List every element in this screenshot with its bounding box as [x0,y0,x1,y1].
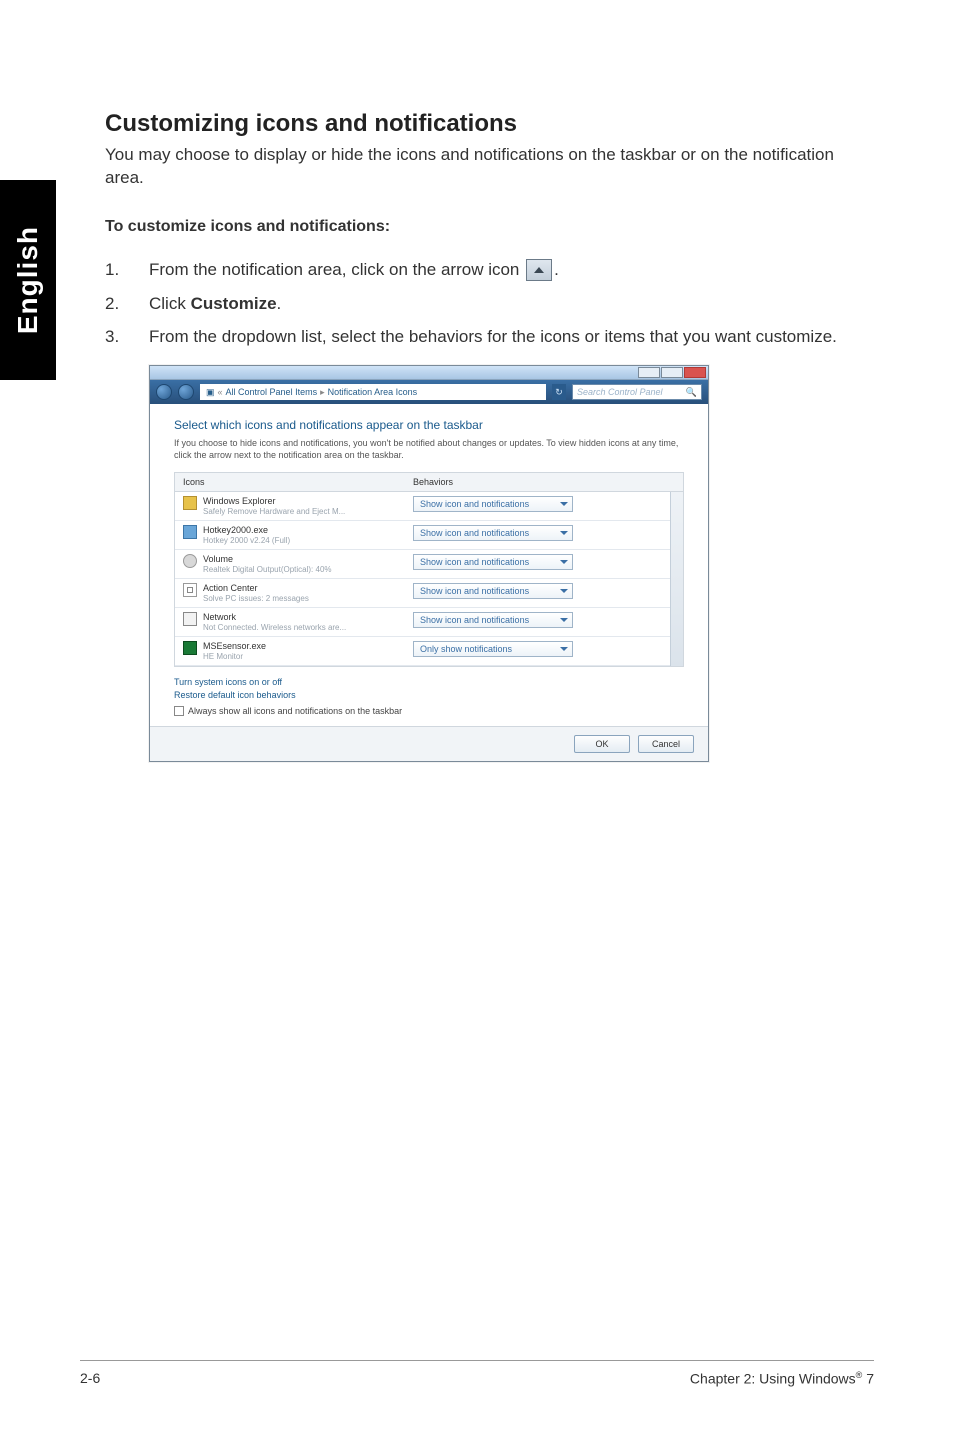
icons-table: Icons Behaviors Windows ExplorerSafely R… [174,472,684,667]
minimize-button[interactable] [638,367,660,378]
flag-icon [183,583,197,597]
step-2: 2. Click Customize. [105,292,865,316]
network-icon [183,612,197,626]
dropdown-value: Only show notifications [420,644,512,654]
subheading: To customize icons and notifications: [105,218,865,236]
dialog-title: Select which icons and notifications app… [174,418,684,432]
address-bar[interactable]: ▣ « All Control Panel Items ▸ Notificati… [200,384,546,400]
table-row: Action CenterSolve PC issues: 2 messages… [175,579,683,608]
step-number: 2. [105,292,149,316]
table-row: VolumeRealtek Digital Output(Optical): 4… [175,550,683,579]
dialog-body: Select which icons and notifications app… [150,404,708,725]
dropdown-value: Show icon and notifications [420,615,529,625]
table-header: Icons Behaviors [175,473,683,492]
search-placeholder: Search Control Panel [577,387,663,397]
chapter-label: Chapter 2: Using Windows® 7 [690,1370,874,1387]
section-heading: Customizing icons and notifications [105,110,865,138]
windows-dialog: ▣ « All Control Panel Items ▸ Notificati… [149,365,709,761]
search-input[interactable]: Search Control Panel 🔍 [572,384,702,400]
dropdown-value: Show icon and notifications [420,586,529,596]
checkbox-icon [174,706,184,716]
step-number: 3. [105,325,149,349]
dropdown-value: Show icon and notifications [420,557,529,567]
step-1-pre: From the notification area, click on the… [149,260,524,279]
intro-paragraph: You may choose to display or hide the ic… [105,144,865,190]
table-row: NetworkNot Connected. Wireless networks … [175,608,683,637]
table-body: Windows ExplorerSafely Remove Hardware a… [175,492,683,666]
footer-rule [80,1360,874,1361]
step-2-bold: Customize [191,294,277,313]
table-row: MSEsensor.exeHE Monitor Only show notifi… [175,637,683,666]
row-sub: Safely Remove Hardware and Eject M... [203,507,345,516]
arrow-up-icon [526,259,552,281]
behavior-dropdown[interactable]: Show icon and notifications [413,612,573,628]
page-number: 2-6 [80,1370,100,1387]
back-button[interactable] [156,384,172,400]
row-name: Network [203,612,236,622]
row-sub: Realtek Digital Output(Optical): 40% [203,565,332,574]
row-sub: HE Monitor [203,652,243,661]
link-restore-defaults[interactable]: Restore default icon behaviors [174,690,684,700]
dialog-description: If you choose to hide icons and notifica… [174,438,684,461]
window-nav: ▣ « All Control Panel Items ▸ Notificati… [150,380,708,404]
behavior-dropdown[interactable]: Show icon and notifications [413,554,573,570]
dialog-links: Turn system icons on or off Restore defa… [174,677,684,700]
step-text: From the notification area, click on the… [149,258,865,282]
link-system-icons[interactable]: Turn system icons on or off [174,677,684,687]
behavior-dropdown[interactable]: Show icon and notifications [413,583,573,599]
behavior-dropdown[interactable]: Only show notifications [413,641,573,657]
step-3: 3. From the dropdown list, select the be… [105,325,865,349]
app-icon [183,525,197,539]
col-behaviors: Behaviors [405,473,683,491]
dialog-footer: OK Cancel [150,726,708,761]
addr-icon: ▣ [206,387,215,398]
ok-button[interactable]: OK [574,735,630,753]
row-sub: Solve PC issues: 2 messages [203,594,309,603]
row-name: Hotkey2000.exe [203,525,268,535]
breadcrumb-item[interactable]: Notification Area Icons [328,387,418,397]
language-tab: English [0,180,56,380]
checkbox-label: Always show all icons and notifications … [188,706,402,716]
page-content: Customizing icons and notifications You … [105,110,865,762]
breadcrumb-item[interactable]: All Control Panel Items [226,387,318,397]
maximize-button[interactable] [661,367,683,378]
monitor-icon [183,641,197,655]
row-sub: Not Connected. Wireless networks are... [203,623,346,632]
step-1: 1. From the notification area, click on … [105,258,865,282]
step-2-post: . [277,294,282,313]
table-row: Windows ExplorerSafely Remove Hardware a… [175,492,683,521]
refresh-icon[interactable]: ↻ [552,384,566,400]
dropdown-value: Show icon and notifications [420,499,529,509]
search-icon: 🔍 [686,387,697,398]
page-footer: 2-6 Chapter 2: Using Windows® 7 [80,1370,874,1387]
cancel-button[interactable]: Cancel [638,735,694,753]
behavior-dropdown[interactable]: Show icon and notifications [413,525,573,541]
behavior-dropdown[interactable]: Show icon and notifications [413,496,573,512]
row-name: Windows Explorer [203,496,276,506]
language-label: English [12,226,44,334]
step-text: From the dropdown list, select the behav… [149,325,865,349]
explorer-icon [183,496,197,510]
row-sub: Hotkey 2000 v2.24 (Full) [203,536,290,545]
step-number: 1. [105,258,149,282]
table-row: Hotkey2000.exeHotkey 2000 v2.24 (Full) S… [175,521,683,550]
dropdown-value: Show icon and notifications [420,528,529,538]
window-titlebar [150,366,708,380]
step-2-pre: Click [149,294,191,313]
close-button[interactable] [684,367,706,378]
always-show-checkbox[interactable]: Always show all icons and notifications … [174,706,684,716]
steps-list: 1. From the notification area, click on … [105,258,865,349]
step-1-post: . [554,260,559,279]
step-text: Click Customize. [149,292,865,316]
window-buttons [638,367,706,378]
forward-button[interactable] [178,384,194,400]
volume-icon [183,554,197,568]
col-icons: Icons [175,473,405,491]
row-name: MSEsensor.exe [203,641,266,651]
row-name: Volume [203,554,233,564]
row-name: Action Center [203,583,258,593]
